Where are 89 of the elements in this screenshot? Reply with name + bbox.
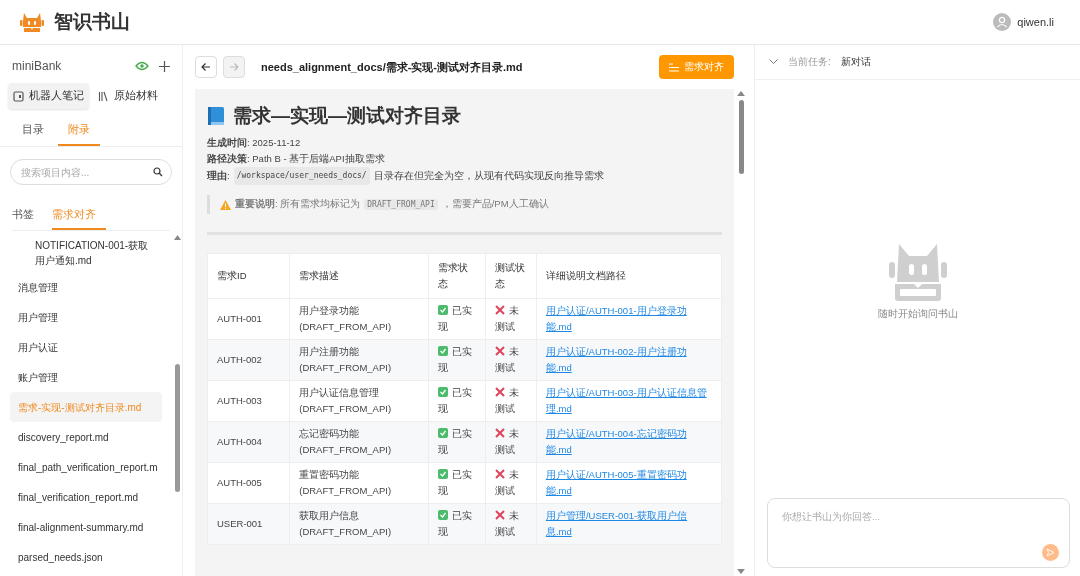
warning-icon — [220, 199, 231, 210]
app-name: 智识书山 — [54, 10, 130, 34]
text: 生成时间: 2025-11-12 — [207, 136, 301, 150]
table-cell-text: 用户认证信息管理 — [299, 386, 381, 400]
status-text: 未测试 — [494, 510, 519, 537]
text: 路径决策: Path B - 基于后端API抽取需求 — [207, 152, 385, 166]
scrollbar-thumb[interactable] — [738, 100, 744, 174]
status-text: 未测试 — [494, 387, 519, 414]
table-cell: AUTH-005 — [207, 462, 290, 504]
table-cell-text: (DRAFT_FROM_API) — [299, 525, 393, 539]
notebook-icon — [13, 90, 24, 102]
scroll-up-icon — [737, 91, 745, 96]
file-item[interactable]: discovery_report.md — [10, 422, 162, 452]
column-header: 详细说明文档路径 — [536, 253, 722, 299]
robot-drawing — [886, 242, 949, 304]
status-text: 已实现 — [438, 305, 472, 332]
document-title: 需求—实现—测试对齐目录 — [233, 104, 461, 128]
table-cell-text: (DRAFT_FROM_API) — [299, 320, 393, 334]
table-cell-text: (DRAFT_FROM_API) — [299, 402, 393, 416]
send-button[interactable] — [1042, 544, 1059, 561]
avatar-icon — [993, 13, 1012, 31]
empty-message: 随时开始询问书山 — [877, 308, 958, 321]
search-icon — [153, 167, 163, 177]
table-cell: AUTH-003 — [207, 380, 290, 422]
task-name: 新对话 — [840, 55, 871, 69]
status-text: 已实现 — [438, 510, 472, 537]
status-text: 未测试 — [494, 305, 519, 332]
status-text: 已实现 — [438, 428, 472, 455]
scrollbar-thumb[interactable] — [174, 364, 180, 492]
inline-code: DRAFT_FROM_API — [364, 199, 438, 210]
column-header: 需求描述 — [289, 253, 429, 299]
status-text: 已实现 — [438, 346, 472, 373]
status-text: 未测试 — [494, 469, 519, 496]
folder-item[interactable]: 账户管理 — [10, 362, 162, 392]
plus-icon[interactable] — [159, 60, 170, 72]
view-button[interactable]: 原始材料 — [93, 83, 163, 109]
chat-box[interactable]: 你想让书山为你回答... — [767, 498, 1070, 568]
send-icon — [1046, 548, 1055, 557]
chat-input[interactable]: 你想让书山为你回答... — [780, 509, 1059, 544]
table-cell: USER-001 — [207, 503, 290, 545]
column-header: 需求ID — [207, 253, 290, 299]
arrow-right-icon — [229, 62, 239, 72]
table-cell-text: 用户登录功能 — [299, 304, 361, 318]
text: ，需要产品/PM人工确认 — [441, 198, 549, 211]
text: 目录存在但完全为空，从现有代码实现反向推导需求 — [373, 169, 604, 183]
table-cell-text: 获取用户信息 — [299, 509, 361, 523]
status-text: 已实现 — [438, 387, 472, 414]
table-cell-text: 重置密码功能 — [299, 468, 361, 482]
tab[interactable]: 目录 — [12, 115, 54, 146]
folder-item[interactable]: 用户认证 — [10, 332, 162, 362]
scroll-up-icon — [173, 235, 181, 240]
status-text: 未测试 — [494, 346, 519, 373]
text: 理由: — [207, 169, 230, 183]
eye-icon[interactable] — [135, 61, 149, 71]
column-header: 测试状态 — [485, 253, 537, 299]
inline-code: /workspace/user_needs_docs/ — [233, 167, 370, 185]
books-icon — [98, 90, 109, 102]
status-text: 已实现 — [438, 469, 472, 496]
chevron-down-icon[interactable] — [769, 59, 778, 65]
table-cell: AUTH-001 — [207, 298, 290, 340]
file-item[interactable]: NOTIFICATION-001-获取用户通知.md — [10, 235, 162, 272]
table-cell: AUTH-004 — [207, 421, 290, 463]
table-cell-text: (DRAFT_FROM_API) — [299, 361, 393, 375]
scroll-down-icon — [737, 569, 745, 574]
table-cell-text: (DRAFT_FROM_API) — [299, 443, 393, 457]
back-button[interactable] — [195, 56, 217, 78]
user-name: qiwen.li — [1017, 16, 1054, 28]
task-label: 当前任务: — [788, 55, 831, 69]
book-icon — [207, 106, 225, 126]
project-name: miniBank — [12, 59, 62, 73]
file-item[interactable]: final_path_verification_report.m — [10, 452, 162, 482]
folder-item[interactable]: 用户管理 — [10, 302, 162, 332]
search-field[interactable]: 搜索项目内容... — [19, 160, 153, 184]
view-button[interactable]: 机器人笔记 — [8, 83, 89, 109]
file-item[interactable]: final_verification_report.md — [10, 482, 162, 512]
folder-item[interactable]: 消息管理 — [10, 272, 162, 302]
column-header: 需求状态 — [428, 253, 486, 299]
table-cell-text: 忘记密码功能 — [299, 427, 361, 441]
file-item[interactable]: final-alignment-summary.md — [10, 512, 162, 542]
file-path: needs_alignment_docs/需求-实现-测试对齐目录.md — [261, 59, 524, 75]
table-cell-text: (DRAFT_FROM_API) — [299, 484, 393, 498]
tab[interactable]: 书签 — [12, 199, 44, 230]
file-item[interactable]: parsed_needs.json — [10, 542, 162, 572]
text: 重要说明: 所有需求均标记为 — [235, 198, 361, 211]
table-cell-text: 用户注册功能 — [299, 345, 361, 359]
table-cell: AUTH-002 — [207, 339, 290, 381]
status-text: 未测试 — [494, 428, 519, 455]
lines-icon — [669, 62, 679, 72]
arrow-left-icon — [201, 62, 211, 72]
